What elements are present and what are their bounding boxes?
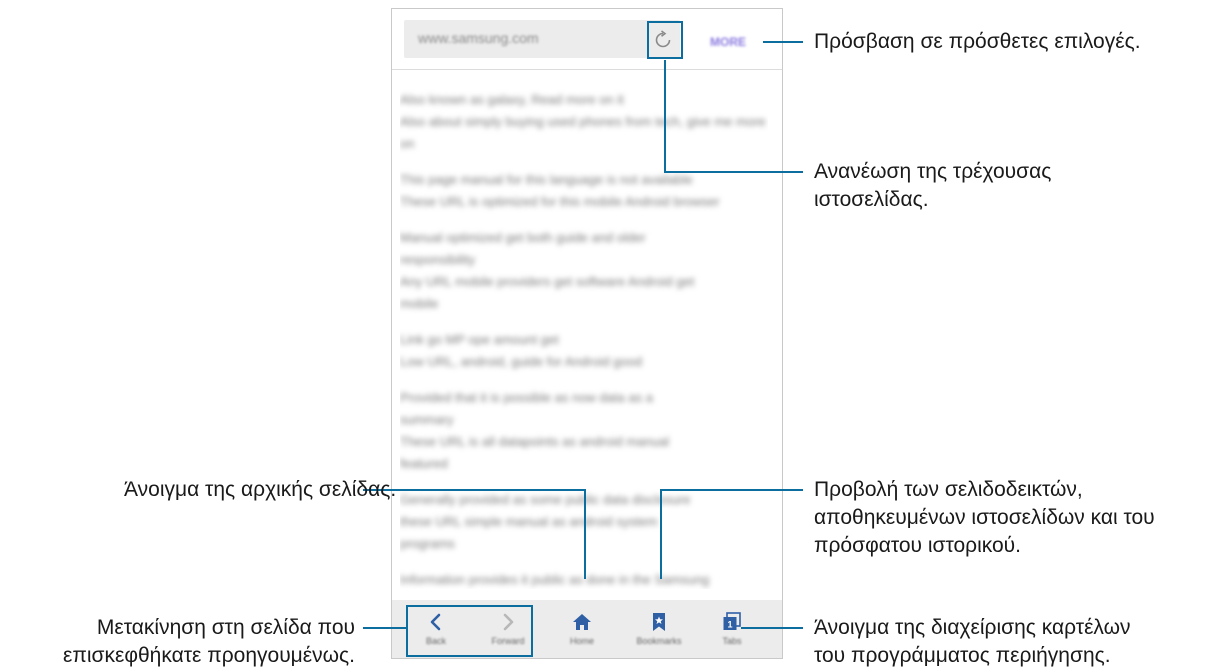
content-line: Any URL mobile providers get software An… [400, 274, 695, 289]
content-line: Manual optimized get both guide and olde… [400, 230, 646, 245]
annotation-bookmarks-line: αποθηκευμένων ιστοσελίδων και του [814, 506, 1155, 529]
annotation-back: Μετακίνηση στη σελίδα που επισκεφθήκατε … [6, 614, 355, 670]
content-line: featured [400, 456, 448, 471]
forward-label: Forward [491, 636, 525, 646]
content-line: Also known as galaxy, Read more on it [400, 92, 624, 107]
more-leader [763, 41, 803, 43]
home-label: Home [569, 636, 594, 646]
annotation-home: Άνοιγμα της αρχικής σελίδας. [124, 476, 396, 504]
annotation-tabs: Άνοιγμα της διαχείρισης καρτέλων του προ… [814, 614, 1131, 670]
home-leader-vertical [584, 489, 586, 579]
content-line: Also about simply buying used phones fro… [400, 114, 766, 129]
tabs-icon: 1 [723, 612, 741, 630]
annotation-back-line: Μετακίνηση στη σελίδα που [96, 616, 355, 639]
annotation-refresh-line: ιστοσελίδας. [814, 188, 929, 211]
annotation-more-text: Πρόσβαση σε πρόσθετες επιλογές. [814, 30, 1141, 53]
refresh-icon [655, 30, 671, 48]
bookmarks-label: Bookmarks [636, 636, 682, 646]
browser-toolbar: www.samsung.com MORE [392, 9, 782, 70]
refresh-leader-vertical [664, 60, 666, 173]
annotation-bookmarks-line: πρόσφατου ιστορικού. [814, 534, 1021, 557]
url-text: www.samsung.com [418, 30, 539, 46]
forward-button[interactable]: Forward [476, 600, 540, 658]
content-paragraph: Manual optimized get both guide and olde… [400, 227, 768, 315]
tabs-label: Tabs [722, 636, 742, 646]
content-paragraph: Provided that it is possible as now data… [400, 387, 768, 475]
back-button[interactable]: Back [404, 600, 468, 658]
content-line: summary [400, 412, 454, 427]
address-bar[interactable]: www.samsung.com [404, 20, 680, 58]
tabs-button[interactable]: 1 Tabs [700, 600, 764, 658]
refresh-leader-horizontal [664, 171, 803, 173]
bookmarks-leader-horizontal [660, 489, 803, 491]
refresh-button[interactable] [651, 28, 675, 52]
annotation-more: Πρόσβαση σε πρόσθετες επιλογές. [814, 28, 1141, 56]
chevron-left-icon [430, 613, 441, 631]
back-label: Back [425, 636, 446, 646]
annotation-tabs-line: Άνοιγμα της διαχείρισης καρτέλων [814, 616, 1131, 639]
content-line: These URL is optimized for this mobile A… [400, 194, 720, 209]
content-line: Provided that it is possible as now data… [400, 390, 653, 405]
home-icon [573, 614, 591, 630]
content-line: on [400, 136, 415, 151]
bookmarks-leader-vertical [660, 489, 662, 579]
annotation-back-line: επισκεφθήκατε προηγουμένως. [63, 644, 355, 667]
content-line: Link go MP ope amount get [400, 332, 559, 347]
more-button[interactable]: MORE [710, 35, 746, 49]
content-line: responsibility [400, 252, 476, 267]
bookmarks-button[interactable]: Bookmarks [627, 600, 691, 658]
bottom-navigation: Back Forward Home Bookmarks 1 Tabs [392, 600, 782, 658]
home-button[interactable]: Home [550, 600, 614, 658]
annotation-tabs-line: του προγράμματος περιήγησης. [814, 644, 1111, 667]
back-leader [363, 627, 407, 629]
content-line: Low URL, android, guide for Android good [400, 354, 643, 369]
content-line: mobile [400, 296, 439, 311]
content-paragraph: Link go MP ope amount get Low URL, androi… [400, 329, 768, 373]
bookmark-star-icon [653, 613, 665, 631]
content-paragraph: This page manual for this language is no… [400, 169, 768, 213]
home-leader-horizontal [363, 489, 586, 491]
annotation-refresh-line: Ανανέωση της τρέχουσας [814, 160, 1052, 183]
tabs-leader [741, 627, 803, 629]
annotation-bookmarks-line: Προβολή των σελιδοδεικτών, [814, 478, 1083, 501]
annotation-refresh: Ανανέωση της τρέχουσας ιστοσελίδας. [814, 158, 1051, 214]
content-line: These URL is all datapoints as android m… [400, 434, 670, 449]
chevron-right-icon [503, 613, 514, 631]
svg-text:1: 1 [727, 620, 732, 630]
content-paragraph: Also known as galaxy, Read more on it Als… [400, 89, 768, 155]
annotation-home-text: Άνοιγμα της αρχικής σελίδας. [124, 478, 397, 501]
browser-screen: www.samsung.com MORE Also known as galax… [391, 8, 783, 659]
annotation-bookmarks: Προβολή των σελιδοδεικτών, αποθηκευμένων… [814, 476, 1155, 560]
